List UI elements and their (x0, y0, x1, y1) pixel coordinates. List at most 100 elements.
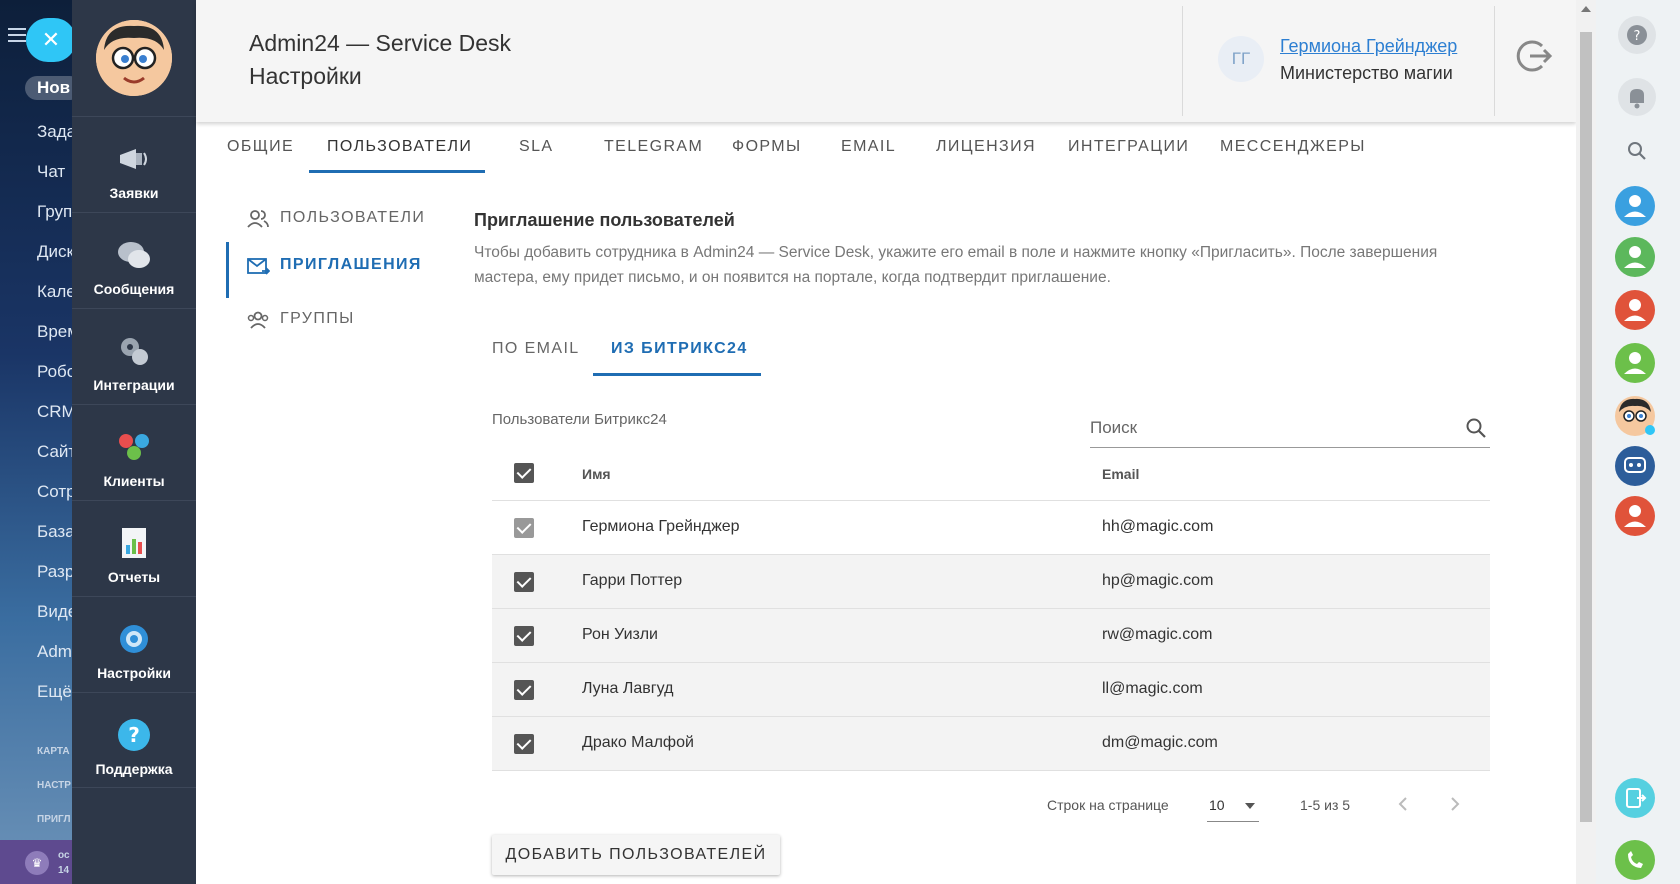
avatar[interactable]: ГГ (1218, 36, 1264, 82)
row-checkbox[interactable] (514, 734, 534, 754)
user-name: Рон Уизли (582, 626, 658, 643)
row-checkbox[interactable] (514, 518, 534, 538)
row-checkbox[interactable] (514, 572, 534, 592)
nav-label: Отчеты (107, 569, 161, 585)
svg-text:?: ? (1634, 29, 1641, 44)
scrollbar-thumb[interactable] (1580, 32, 1592, 822)
column-header-email[interactable]: Email (1102, 466, 1139, 482)
nav-item-clients[interactable]: Клиенты (72, 404, 196, 500)
tab-general[interactable]: ОБЩИЕ (227, 138, 294, 156)
add-users-button[interactable]: ДОБАВИТЬ ПОЛЬЗОВАТЕЛЕЙ (492, 835, 780, 875)
hamburger-icon[interactable] (8, 28, 26, 42)
chevron-left-icon[interactable] (1392, 793, 1414, 815)
bitrix-menu-item[interactable]: Кале (37, 282, 75, 302)
bot-avatar[interactable] (1615, 396, 1655, 436)
table-row[interactable]: Гарри Поттер hp@magic.com (492, 555, 1490, 609)
rows-per-page-select[interactable]: 10 (1207, 788, 1259, 822)
bitrix-menu-item[interactable]: Разр (37, 562, 74, 582)
table-pagination: Строк на странице 10 1-5 из 5 (492, 780, 1490, 830)
tab-messengers[interactable]: МЕССЕНДЖЕРЫ (1220, 138, 1366, 156)
bitrix-menu-section[interactable]: КАРТА (37, 746, 70, 757)
group-chat-avatar[interactable] (1615, 446, 1655, 486)
nav-item-settings[interactable]: Настройки (72, 596, 196, 692)
nav-label: Интеграции (93, 377, 175, 393)
section-description: Чтобы добавить сотрудника в Admin24 — Se… (474, 244, 1438, 286)
contact-avatar[interactable] (1615, 496, 1655, 536)
chat-bubbles-icon (116, 237, 152, 273)
bitrix-menu-item[interactable]: Врем (37, 322, 75, 342)
service-desk-sidebar: Заявки Сообщения Интеграции Клиенты Отче… (72, 0, 196, 884)
subnav-users[interactable]: ПОЛЬЗОВАТЕЛИ (226, 195, 424, 241)
nav-item-messages[interactable]: Сообщения (72, 212, 196, 308)
user-email: rw@magic.com (1102, 626, 1213, 643)
group-icon (246, 308, 270, 332)
bitrix-menu-item[interactable]: Нов (25, 76, 75, 100)
svg-text:?: ? (128, 723, 140, 747)
tab-license[interactable]: ЛИЦЕНЗИЯ (936, 138, 1036, 156)
help-icon[interactable]: ? (1618, 16, 1656, 54)
bitrix-menu-item[interactable]: Чат (37, 162, 65, 182)
bitrix-menu-item[interactable]: Сайт (37, 442, 75, 462)
table-row[interactable]: Луна Лавгуд ll@magic.com (492, 663, 1490, 717)
bitrix-menu-section[interactable]: НАСТР (37, 780, 71, 791)
question-icon: ? (116, 717, 152, 753)
nav-item-integrations[interactable]: Интеграции (72, 308, 196, 404)
column-header-name[interactable]: Имя (582, 466, 611, 482)
contact-avatar[interactable] (1615, 186, 1655, 226)
subnav-groups[interactable]: ГРУППЫ (226, 296, 416, 342)
bitrix-menu-item[interactable]: Ещё (37, 682, 72, 702)
subnav-invitations[interactable]: ПРИГЛАШЕНИЯ (226, 242, 420, 298)
select-all-checkbox[interactable] (514, 463, 534, 483)
tab-forms[interactable]: ФОРМЫ (732, 138, 802, 156)
contact-avatar[interactable] (1615, 290, 1655, 330)
row-checkbox[interactable] (514, 626, 534, 646)
bitrix-menu-item[interactable]: Сотр (37, 482, 75, 502)
contact-avatar[interactable] (1615, 237, 1655, 277)
tab-users[interactable]: ПОЛЬЗОВАТЕЛИ (327, 138, 472, 156)
chevron-right-icon[interactable] (1444, 793, 1466, 815)
bell-icon[interactable] (1618, 78, 1656, 116)
table-row[interactable]: Гермиона Грейнджер hh@magic.com (492, 501, 1490, 555)
scrollbar[interactable] (1576, 0, 1596, 884)
bitrix-menu-item[interactable]: Зада (37, 122, 75, 142)
table-row[interactable]: Драко Малфой dm@magic.com (492, 717, 1490, 771)
phone-icon[interactable] (1615, 840, 1655, 880)
bitrix-menu-item[interactable]: Груп (37, 202, 72, 222)
nav-item-reports[interactable]: Отчеты (72, 500, 196, 596)
bitrix-menu-item[interactable]: Виде (37, 602, 75, 622)
bitrix-menu-item[interactable]: База (37, 522, 75, 542)
bitrix-menu-item[interactable]: Диск (37, 242, 74, 262)
license-crown[interactable]: ♛ ос 14 (0, 840, 75, 884)
search-input[interactable]: Поиск (1090, 418, 1137, 438)
nav-item-support[interactable]: ? Поддержка (72, 692, 196, 788)
bitrix-menu-item[interactable]: Робо (37, 362, 75, 382)
close-icon[interactable]: ✕ (26, 18, 75, 62)
tab-integrations[interactable]: ИНТЕГРАЦИИ (1068, 138, 1189, 156)
page-range: 1-5 из 5 (1300, 797, 1351, 813)
table-row[interactable]: Рон Уизли rw@magic.com (492, 609, 1490, 663)
bitrix-menu-section[interactable]: ПРИГЛ (37, 814, 70, 825)
screen-share-icon[interactable] (1615, 778, 1655, 818)
search-icon[interactable] (1464, 416, 1488, 440)
avatar-logo[interactable] (96, 20, 172, 96)
row-checkbox[interactable] (514, 680, 534, 700)
user-email: ll@magic.com (1102, 680, 1203, 697)
user-email: hp@magic.com (1102, 572, 1214, 589)
bitrix-menu-item[interactable]: CRM (37, 402, 75, 422)
nav-label: Заявки (109, 185, 159, 201)
contact-avatar[interactable] (1615, 343, 1655, 383)
tab-telegram[interactable]: TELEGRAM (604, 138, 703, 156)
search-icon[interactable] (1618, 132, 1656, 170)
people-balls-icon (116, 429, 152, 465)
logout-icon[interactable] (1514, 36, 1554, 76)
search-field[interactable]: Поиск (1090, 410, 1490, 448)
nav-item-requests[interactable]: Заявки (72, 116, 196, 212)
user-name-link[interactable]: Гермиона Грейнджер (1280, 36, 1457, 57)
scroll-up-arrow[interactable] (1581, 6, 1591, 12)
tab-by-email[interactable]: ПО EMAIL (492, 340, 580, 358)
tab-email[interactable]: EMAIL (841, 138, 896, 156)
bitrix-menu-item[interactable]: Adm (37, 642, 72, 662)
tab-from-bitrix24[interactable]: ИЗ БИТРИКС24 (611, 340, 748, 358)
tab-sla[interactable]: SLA (519, 138, 553, 156)
nav-label: Настройки (97, 665, 171, 681)
